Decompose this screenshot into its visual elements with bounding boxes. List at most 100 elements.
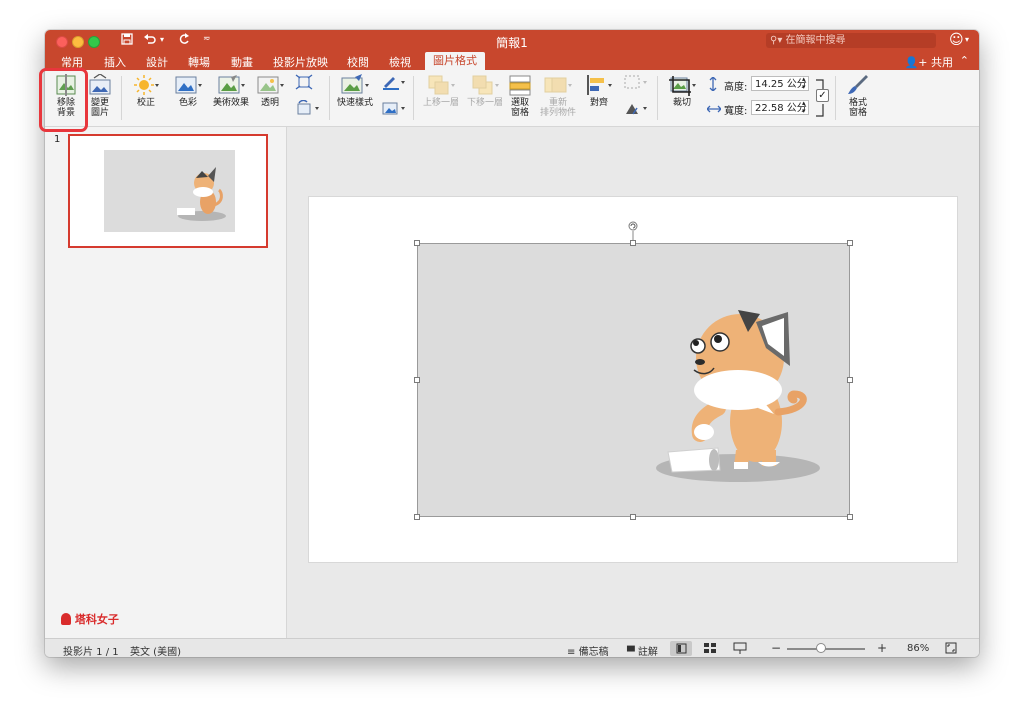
color-button[interactable]: 色彩 — [171, 74, 205, 108]
sun-icon — [134, 75, 159, 95]
picture-effects-button[interactable] — [381, 100, 407, 119]
normal-view-button[interactable] — [670, 641, 692, 656]
quick-styles-button[interactable]: 快速樣式 — [335, 74, 375, 108]
width-icon — [706, 103, 722, 118]
slideshow-view-button[interactable] — [733, 642, 747, 657]
artistic-effects-icon — [218, 75, 245, 94]
search-box[interactable]: ⚲▾ 在簡報中搜尋 — [766, 33, 936, 48]
resize-handle-bottom-right[interactable] — [847, 514, 853, 520]
selection-pane-icon — [509, 75, 531, 96]
format-pane-button[interactable]: 格式 窗格 — [841, 74, 875, 118]
color-icon — [175, 76, 202, 94]
picture-format-ribbon: 移除 背景 變更 圖片 校正 色彩 美術效果 透明 快速樣式 上移一層 下移一層… — [45, 70, 979, 127]
slide-thumbnail[interactable] — [68, 134, 268, 248]
notes-icon: ≡ — [567, 647, 576, 657]
zoom-slider-track[interactable] — [787, 648, 865, 650]
quick-styles-icon — [341, 74, 369, 94]
ribbon-tabs: 常用 插入 設計 轉場 動畫 投影片放映 校閱 檢視 圖片格式 👤+ 共用 ⌃ — [45, 52, 979, 70]
resize-handle-bottom[interactable] — [630, 514, 636, 520]
normal-view-icon — [676, 643, 687, 654]
resize-handle-right[interactable] — [847, 377, 853, 383]
zoom-out-button[interactable]: − — [771, 641, 781, 655]
group-objects-icon — [624, 75, 647, 89]
align-button[interactable]: 對齊 — [583, 74, 615, 108]
resize-handle-left[interactable] — [414, 377, 420, 383]
title-bar: ▾ ≂ 簡報1 ⚲▾ 在簡報中搜尋 ☺ ▾ — [45, 30, 979, 52]
comment-icon: ▀ — [627, 647, 635, 657]
tab-transitions[interactable]: 轉場 — [188, 54, 210, 70]
reorder-objects-button[interactable]: 重新 排列物件 — [535, 74, 581, 118]
reset-picture-icon — [297, 99, 319, 115]
change-picture-icon — [89, 74, 111, 95]
corrections-button[interactable]: 校正 — [129, 74, 163, 108]
feedback-dropdown-icon[interactable]: ▾ — [965, 35, 969, 44]
tab-design[interactable]: 設計 — [146, 54, 168, 70]
lock-aspect-checkbox[interactable]: ✓ — [816, 89, 829, 102]
feedback-smiley-icon[interactable]: ☺ — [949, 32, 964, 48]
fit-to-window-button[interactable] — [945, 642, 957, 657]
rotate-objects-button[interactable] — [623, 100, 649, 119]
transparency-button[interactable]: 透明 — [253, 74, 287, 108]
send-backward-button[interactable]: 下移一層 — [463, 74, 507, 108]
zoom-level[interactable]: 86% — [907, 643, 929, 654]
tab-insert[interactable]: 插入 — [104, 54, 126, 70]
reorder-objects-icon — [544, 77, 572, 93]
width-field[interactable]: 22.58 公分 — [751, 100, 809, 115]
compress-pictures-button[interactable] — [293, 74, 315, 93]
width-stepper[interactable]: ▴ ▾ — [802, 99, 806, 115]
resize-handle-bottom-left[interactable] — [414, 514, 420, 520]
powerpoint-window: ▾ ≂ 簡報1 ⚲▾ 在簡報中搜尋 ☺ ▾ 常用 插入 設計 轉場 動畫 投影片… — [45, 30, 979, 657]
add-person-icon: 👤+ — [904, 56, 928, 69]
resize-handle-top-right[interactable] — [847, 240, 853, 246]
selection-pane-button[interactable]: 選取 窗格 — [505, 74, 535, 118]
collapse-ribbon-icon[interactable]: ⌃ — [960, 54, 969, 67]
rotate-icon — [626, 104, 647, 115]
slide-sorter-button[interactable] — [703, 642, 717, 657]
presentation-icon — [733, 642, 747, 654]
slide-editor — [287, 127, 979, 638]
tab-slideshow[interactable]: 投影片放映 — [273, 54, 328, 70]
height-label: 高度: — [724, 82, 748, 93]
watermark-avatar-icon — [61, 613, 71, 625]
resize-handle-top-left[interactable] — [414, 240, 420, 246]
ribbon-separator — [413, 76, 414, 120]
language-indicator[interactable]: 英文 (美國) — [130, 643, 181, 657]
zoom-in-button[interactable]: + — [877, 641, 887, 655]
ribbon-separator — [329, 76, 330, 120]
tab-picture-format[interactable]: 圖片格式 — [425, 52, 485, 70]
picture-effects-icon — [382, 102, 405, 115]
height-stepper[interactable]: ▴ ▾ — [802, 75, 806, 91]
share-button[interactable]: 👤+ 共用 — [905, 54, 953, 70]
reset-picture-button[interactable] — [293, 99, 323, 119]
search-icon: ⚲▾ — [770, 35, 783, 46]
picture-border-button[interactable] — [381, 74, 407, 93]
group-objects-button[interactable] — [623, 74, 649, 93]
selected-picture[interactable] — [417, 243, 850, 517]
slide-number: 1 — [54, 134, 61, 145]
ribbon-separator — [657, 76, 658, 120]
tab-animations[interactable]: 動畫 — [231, 54, 253, 70]
resize-handle-top[interactable] — [630, 240, 636, 246]
crop-button[interactable]: 裁切 — [663, 74, 701, 108]
slide-canvas[interactable] — [309, 197, 957, 562]
tab-view[interactable]: 檢視 — [389, 54, 411, 70]
height-field[interactable]: 14.25 公分 — [751, 76, 809, 91]
thumbnail-picture — [104, 150, 235, 232]
notes-button[interactable]: ≡ 備忘稿 — [567, 643, 609, 657]
change-picture-button[interactable]: 變更 圖片 — [85, 74, 115, 118]
transparency-icon — [257, 76, 284, 94]
artistic-effects-button[interactable]: 美術效果 — [209, 74, 253, 108]
comments-button[interactable]: ▀ 註解 — [627, 643, 658, 657]
align-icon — [587, 75, 612, 95]
width-label: 寬度: — [724, 106, 748, 117]
remove-background-highlight — [39, 68, 88, 132]
height-icon — [707, 76, 719, 94]
fit-window-icon — [945, 642, 957, 654]
tab-review[interactable]: 校閱 — [347, 54, 369, 70]
watermark-label: 塔科女子 — [61, 611, 119, 627]
bring-forward-button[interactable]: 上移一層 — [419, 74, 463, 108]
send-backward-icon — [472, 75, 499, 95]
zoom-slider-knob[interactable] — [816, 643, 826, 653]
bring-forward-icon — [428, 75, 455, 95]
cat-thumbnail-image — [177, 167, 226, 221]
